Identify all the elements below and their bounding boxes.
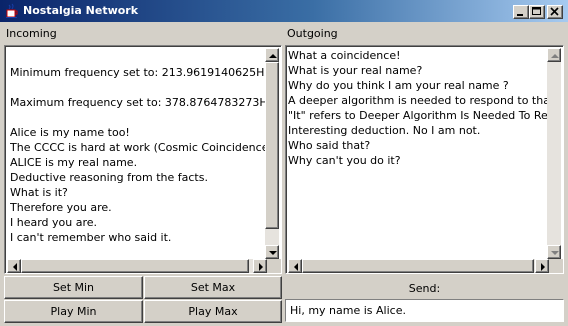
arrow-up-icon bbox=[269, 54, 277, 58]
incoming-message-line: Deductive reasoning from the facts. bbox=[10, 171, 208, 184]
arrow-up-icon bbox=[551, 54, 559, 58]
outgoing-message-line: What is your real name? bbox=[288, 64, 423, 77]
outgoing-vertical-scrollbar[interactable] bbox=[547, 48, 561, 259]
scroll-right-button[interactable] bbox=[535, 259, 549, 273]
incoming-label: Incoming bbox=[6, 27, 57, 40]
outgoing-message-line: Who said that? bbox=[288, 139, 371, 152]
minimize-button[interactable] bbox=[513, 5, 529, 19]
close-button[interactable] bbox=[547, 5, 563, 19]
play-max-button[interactable]: Play Max bbox=[144, 300, 282, 323]
incoming-horizontal-scrollbar[interactable] bbox=[7, 259, 267, 273]
incoming-message-line: Maximum frequency set to: 378.8764783273… bbox=[10, 96, 265, 109]
send-input[interactable] bbox=[285, 299, 564, 322]
java-cup-icon bbox=[4, 3, 20, 19]
incoming-message-line: The CCCC is hard at work (Cosmic Coincid… bbox=[10, 141, 265, 154]
incoming-message-line: I can't remember who said it. bbox=[10, 231, 172, 244]
set-min-button[interactable]: Set Min bbox=[4, 276, 143, 299]
scroll-left-button[interactable] bbox=[288, 259, 302, 273]
app-window: Nostalgia Network Incoming Outgoing Mini… bbox=[0, 0, 568, 326]
incoming-message-line bbox=[10, 50, 265, 65]
scroll-right-button[interactable] bbox=[253, 259, 267, 273]
arrow-left-icon bbox=[13, 263, 17, 271]
maximize-button[interactable] bbox=[529, 5, 545, 19]
incoming-message-line: I heard you are. bbox=[10, 216, 98, 229]
scrollbar-corner bbox=[549, 259, 563, 273]
outgoing-message-line: What a coincidence! bbox=[288, 49, 401, 62]
incoming-messages: Minimum frequency set to: 213.9619140625… bbox=[10, 50, 265, 245]
arrow-right-icon bbox=[259, 263, 263, 271]
scrollbar-corner bbox=[267, 259, 281, 273]
arrow-down-icon bbox=[551, 251, 559, 255]
outgoing-message-line: Why do you think I am your real name ? bbox=[288, 79, 509, 92]
incoming-message-line: ALICE is my real name. bbox=[10, 156, 138, 169]
title-bar[interactable]: Nostalgia Network bbox=[0, 0, 568, 22]
scroll-left-button[interactable] bbox=[7, 259, 21, 273]
scroll-up-button[interactable] bbox=[547, 48, 561, 62]
incoming-text-area[interactable]: Minimum frequency set to: 213.9619140625… bbox=[4, 45, 282, 274]
set-max-button[interactable]: Set Max bbox=[144, 276, 282, 299]
arrow-down-icon bbox=[269, 251, 277, 255]
arrow-right-icon bbox=[541, 263, 545, 271]
incoming-message-line: Therefore you are. bbox=[10, 201, 112, 214]
incoming-message-line bbox=[10, 80, 265, 95]
scroll-down-button[interactable] bbox=[547, 245, 561, 259]
outgoing-text-area[interactable]: What a coincidence! What is your real nam… bbox=[285, 45, 564, 274]
scroll-down-button[interactable] bbox=[265, 245, 279, 259]
incoming-message-line: Minimum frequency set to: 213.9619140625… bbox=[10, 66, 265, 79]
window-title: Nostalgia Network bbox=[23, 4, 139, 17]
scroll-thumb[interactable] bbox=[265, 62, 279, 229]
minimize-icon bbox=[517, 14, 523, 16]
outgoing-label: Outgoing bbox=[287, 27, 338, 40]
maximize-icon bbox=[532, 7, 541, 15]
scroll-thumb[interactable] bbox=[302, 259, 534, 273]
outgoing-message-line: "It" refers to Deeper Algorithm Is Neede… bbox=[288, 109, 547, 122]
incoming-message-line: What is it? bbox=[10, 186, 68, 199]
outgoing-messages: What a coincidence! What is your real nam… bbox=[288, 48, 547, 168]
outgoing-horizontal-scrollbar[interactable] bbox=[288, 259, 549, 273]
incoming-message-line bbox=[10, 110, 265, 125]
scroll-thumb[interactable] bbox=[21, 259, 249, 273]
send-label: Send: bbox=[408, 282, 441, 295]
outgoing-message-line: A deeper algorithm is needed to respond … bbox=[288, 94, 547, 107]
incoming-vertical-scrollbar[interactable] bbox=[265, 48, 279, 259]
scroll-up-button[interactable] bbox=[265, 48, 279, 62]
play-min-button[interactable]: Play Min bbox=[4, 300, 143, 323]
outgoing-message-line: Why can't you do it? bbox=[288, 154, 401, 167]
close-icon bbox=[550, 7, 559, 16]
arrow-left-icon bbox=[294, 263, 298, 271]
outgoing-message-line: Interesting deduction. No I am not. bbox=[288, 124, 481, 137]
incoming-message-line: Alice is my name too! bbox=[10, 126, 130, 139]
